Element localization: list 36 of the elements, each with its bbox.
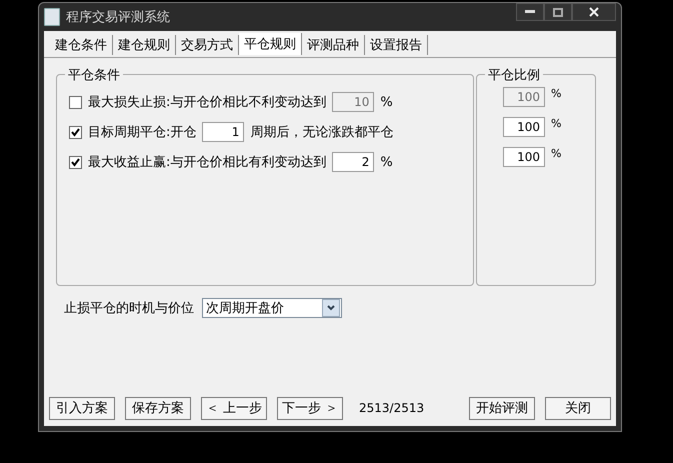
footer-button[interactable]: ＜ 上一步 — [201, 396, 267, 420]
percent-label: % — [551, 147, 562, 160]
footer-button[interactable]: 下一步 ＞ — [277, 396, 343, 420]
checkbox[interactable] — [69, 156, 82, 168]
group-title: 平仓比例 — [485, 66, 543, 84]
footer-button[interactable]: 引入方案 — [49, 396, 115, 420]
app-icon — [44, 8, 60, 26]
footer-button[interactable]: 保存方案 — [125, 396, 191, 420]
suffix-label: % — [380, 154, 393, 170]
checkbox[interactable] — [69, 126, 82, 138]
option-label: 目标周期平仓:开仓 — [88, 124, 196, 141]
input-field[interactable]: 2 — [332, 152, 374, 172]
input-field[interactable]: 100 — [503, 147, 545, 167]
input-field[interactable]: 1 — [202, 122, 244, 142]
option-label: 最大收益止赢:与开仓价相比有利变动达到 — [88, 154, 326, 171]
minimize-icon — [525, 10, 535, 14]
input-field[interactable]: 100 — [503, 117, 545, 137]
footer-button[interactable]: 关闭 — [545, 396, 611, 420]
option-label: 最大损失止损:与开仓价相比不利变动达到 — [88, 94, 326, 111]
footer-button[interactable]: 开始评测 — [469, 396, 535, 420]
close-button[interactable] — [572, 3, 616, 21]
maximize-icon — [553, 8, 563, 16]
suffix-label: % — [380, 94, 393, 110]
chevron-down-icon — [322, 299, 340, 317]
dropdown[interactable]: 次周期开盘价 — [202, 298, 342, 318]
maximize-button[interactable] — [544, 3, 572, 21]
timing-label: 止损平仓的时机与价位 — [64, 300, 194, 317]
record-counter: 2513/2513 — [359, 401, 426, 415]
window-title: 程序交易评测系统 — [66, 9, 171, 26]
percent-label: % — [551, 87, 562, 100]
suffix-label: 周期后，无论涨跌都平仓 — [250, 124, 394, 141]
tab[interactable]: 平仓规则 — [239, 33, 302, 55]
percent-label: % — [551, 117, 562, 130]
close-icon — [589, 7, 599, 17]
minimize-button[interactable] — [516, 3, 544, 21]
group-title: 平仓条件 — [65, 66, 123, 84]
